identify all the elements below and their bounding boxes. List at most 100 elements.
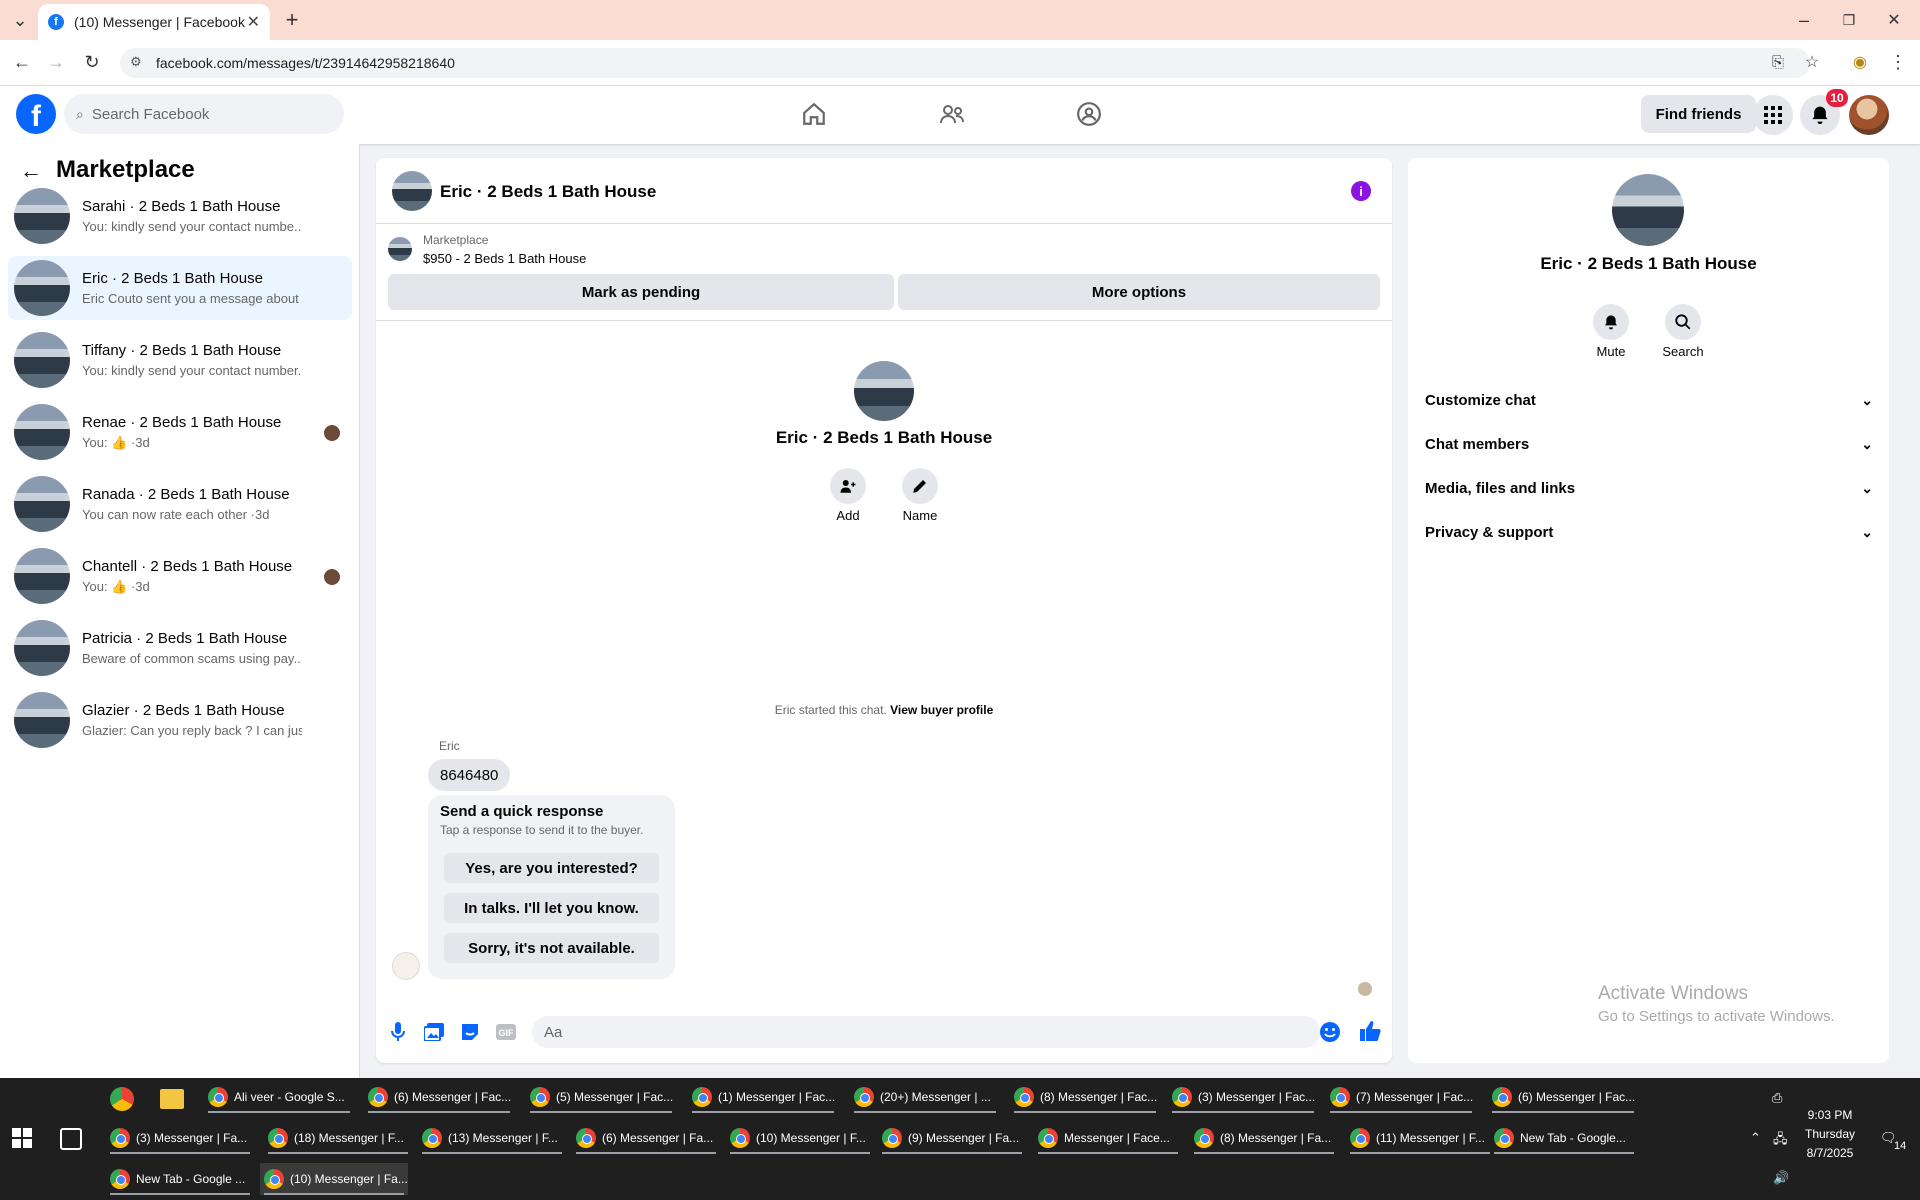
conversation-item[interactable]: Chantell · 2 Beds 1 Bath House You: 👍 ·3d	[8, 544, 352, 608]
chrome-pinned-icon[interactable]	[110, 1087, 134, 1111]
taskbar-window[interactable]: (18) Messenger | F...	[264, 1122, 412, 1154]
edit-pencil-icon[interactable]	[902, 468, 938, 504]
conversation-item[interactable]: Patricia · 2 Beds 1 Bath House Beware of …	[8, 616, 352, 680]
microphone-icon[interactable]	[387, 1021, 409, 1043]
taskbar-window[interactable]: New Tab - Google...	[1490, 1122, 1638, 1154]
tray-chevron-up-icon[interactable]: ⌃	[1750, 1130, 1761, 1146]
meet-now-icon[interactable]: ⎙	[1772, 1090, 1782, 1106]
facebook-logo-icon[interactable]: f	[16, 94, 56, 134]
forward-icon[interactable]: →	[42, 48, 70, 76]
search-icon[interactable]	[1665, 304, 1701, 340]
like-thumb-icon[interactable]	[1359, 1020, 1381, 1042]
taskbar-window[interactable]: (9) Messenger | Fa...	[878, 1122, 1026, 1154]
menu-grid-icon[interactable]	[1753, 95, 1793, 135]
site-info-icon[interactable]: ⚙	[130, 54, 142, 70]
taskbar-window[interactable]: (3) Messenger | Fa...	[106, 1122, 254, 1154]
add-person-icon[interactable]	[830, 468, 866, 504]
bookmark-star-icon[interactable]: ☆	[1798, 48, 1826, 76]
new-tab-icon[interactable]: +	[278, 6, 306, 34]
search-input[interactable]: ⌕ Search Facebook	[64, 94, 344, 134]
photo-icon[interactable]	[423, 1021, 445, 1043]
system-clock[interactable]: 9:03 PM Thursday 8/7/2025	[1790, 1106, 1870, 1163]
taskbar-window[interactable]: (10) Messenger | Fa...	[260, 1163, 408, 1195]
message-input[interactable]: Aa	[532, 1016, 1320, 1048]
close-window-icon[interactable]: ✕	[1880, 6, 1908, 34]
sender-avatar[interactable]	[392, 952, 420, 980]
file-explorer-icon[interactable]	[160, 1089, 184, 1109]
seen-indicator	[1358, 982, 1372, 996]
taskbar-window[interactable]: (5) Messenger | Fac...	[526, 1081, 676, 1113]
quick-response-option[interactable]: Sorry, it's not available.	[444, 933, 659, 963]
conversation-item[interactable]: Ranada · 2 Beds 1 Bath House You can now …	[8, 472, 352, 536]
taskbar-window[interactable]: (13) Messenger | F...	[418, 1122, 566, 1154]
conversation-item[interactable]: Tiffany · 2 Beds 1 Bath House You: kindly…	[8, 328, 352, 392]
taskbar-window[interactable]: Ali veer - Google S...	[204, 1081, 354, 1113]
back-arrow-icon[interactable]: ←	[20, 158, 42, 184]
conversation-item[interactable]: Sarahi · 2 Beds 1 Bath House You: kindly …	[8, 184, 352, 248]
taskbar-window[interactable]: (10) Messenger | F...	[726, 1122, 874, 1154]
find-friends-button[interactable]: Find friends	[1641, 95, 1756, 133]
back-icon[interactable]: ←	[8, 48, 36, 76]
taskbar-window[interactable]: (20+) Messenger | ...	[850, 1081, 1000, 1113]
close-tab-icon[interactable]: ✕	[247, 12, 260, 32]
chrome-icon	[576, 1128, 596, 1148]
mute-bell-icon[interactable]	[1593, 304, 1629, 340]
chat-title[interactable]: Eric · 2 Beds 1 Bath House	[440, 182, 656, 202]
conversation-text: Ranada · 2 Beds 1 Bath House You can now …	[82, 486, 302, 522]
taskbar-window[interactable]: (7) Messenger | Fac...	[1326, 1081, 1476, 1113]
listing-thumbnail[interactable]	[388, 237, 412, 261]
chat-avatar[interactable]	[392, 171, 432, 211]
url-bar[interactable]: ⚙ facebook.com/messages/t/23914642958218…	[120, 48, 1810, 78]
taskbar-window[interactable]: Messenger | Face...	[1034, 1122, 1182, 1154]
taskbar-window[interactable]: (1) Messenger | Fac...	[688, 1081, 838, 1113]
taskbar-window[interactable]: (6) Messenger | Fa...	[572, 1122, 720, 1154]
tab-search-icon[interactable]: ⌄	[6, 6, 34, 34]
windows-start-icon[interactable]	[12, 1128, 34, 1150]
account-avatar[interactable]	[1849, 95, 1889, 135]
reload-icon[interactable]: ↻	[78, 48, 106, 76]
menu-dots-icon[interactable]: ⋮	[1884, 48, 1912, 76]
conversation-avatar	[14, 620, 70, 676]
taskbar-window[interactable]: (11) Messenger | F...	[1346, 1122, 1494, 1154]
volume-icon[interactable]: 🔊	[1773, 1170, 1789, 1186]
groups-icon[interactable]	[1059, 90, 1119, 138]
install-app-icon[interactable]: ⎘	[1764, 48, 1792, 76]
chat-members-row[interactable]: Chat members ⌄	[1425, 426, 1873, 462]
task-view-icon[interactable]	[60, 1128, 82, 1150]
search-icon: ⌕	[76, 105, 84, 122]
sticker-icon[interactable]	[459, 1021, 481, 1043]
customize-chat-row[interactable]: Customize chat ⌄	[1425, 382, 1873, 418]
taskbar-window[interactable]: (6) Messenger | Fac...	[1488, 1081, 1638, 1113]
taskbar-window[interactable]: (3) Messenger | Fac...	[1168, 1081, 1318, 1113]
details-name: Eric · 2 Beds 1 Bath House	[1540, 254, 1757, 273]
taskbar-window[interactable]: (6) Messenger | Fac...	[364, 1081, 514, 1113]
taskbar-window-label: (13) Messenger | F...	[448, 1131, 558, 1145]
gif-icon[interactable]: GIF	[495, 1021, 517, 1043]
restore-icon[interactable]: ❐	[1835, 6, 1863, 34]
quick-response-option[interactable]: In talks. I'll let you know.	[444, 893, 659, 923]
media-files-links-row[interactable]: Media, files and links ⌄	[1425, 470, 1873, 506]
minimize-icon[interactable]: –	[1790, 6, 1818, 34]
conversation-item[interactable]: Glazier · 2 Beds 1 Bath House Glazier: Ca…	[8, 688, 352, 752]
row-label: Privacy & support	[1425, 523, 1554, 541]
taskbar-window[interactable]: (8) Messenger | Fac...	[1010, 1081, 1160, 1113]
network-icon[interactable]: 🖧	[1773, 1130, 1788, 1152]
conversation-item[interactable]: Eric · 2 Beds 1 Bath House Eric Couto sen…	[8, 256, 352, 320]
privacy-support-row[interactable]: Privacy & support ⌄	[1425, 514, 1873, 550]
more-options-button[interactable]: More options	[898, 274, 1380, 310]
info-icon[interactable]: i	[1351, 181, 1371, 201]
conversation-item[interactable]: Renae · 2 Beds 1 Bath House You: 👍 ·3d	[8, 400, 352, 464]
browser-tab[interactable]: f (10) Messenger | Facebook ✕	[38, 4, 270, 40]
message-bubble[interactable]: 8646480	[428, 759, 511, 791]
listing-title[interactable]: $950 - 2 Beds 1 Bath House	[423, 251, 586, 266]
conversation-name: Tiffany · 2 Beds 1 Bath House	[82, 342, 282, 359]
view-buyer-profile-link[interactable]: View buyer profile	[890, 703, 993, 717]
friends-icon[interactable]	[922, 90, 982, 138]
emoji-icon[interactable]	[1319, 1021, 1341, 1043]
profile-icon[interactable]: ◉	[1846, 48, 1874, 76]
mark-as-pending-button[interactable]: Mark as pending	[388, 274, 894, 310]
taskbar-window[interactable]: New Tab - Google ...	[106, 1163, 254, 1195]
home-icon[interactable]	[784, 90, 844, 138]
taskbar-window[interactable]: (8) Messenger | Fa...	[1190, 1122, 1338, 1154]
quick-response-option[interactable]: Yes, are you interested?	[444, 853, 659, 883]
